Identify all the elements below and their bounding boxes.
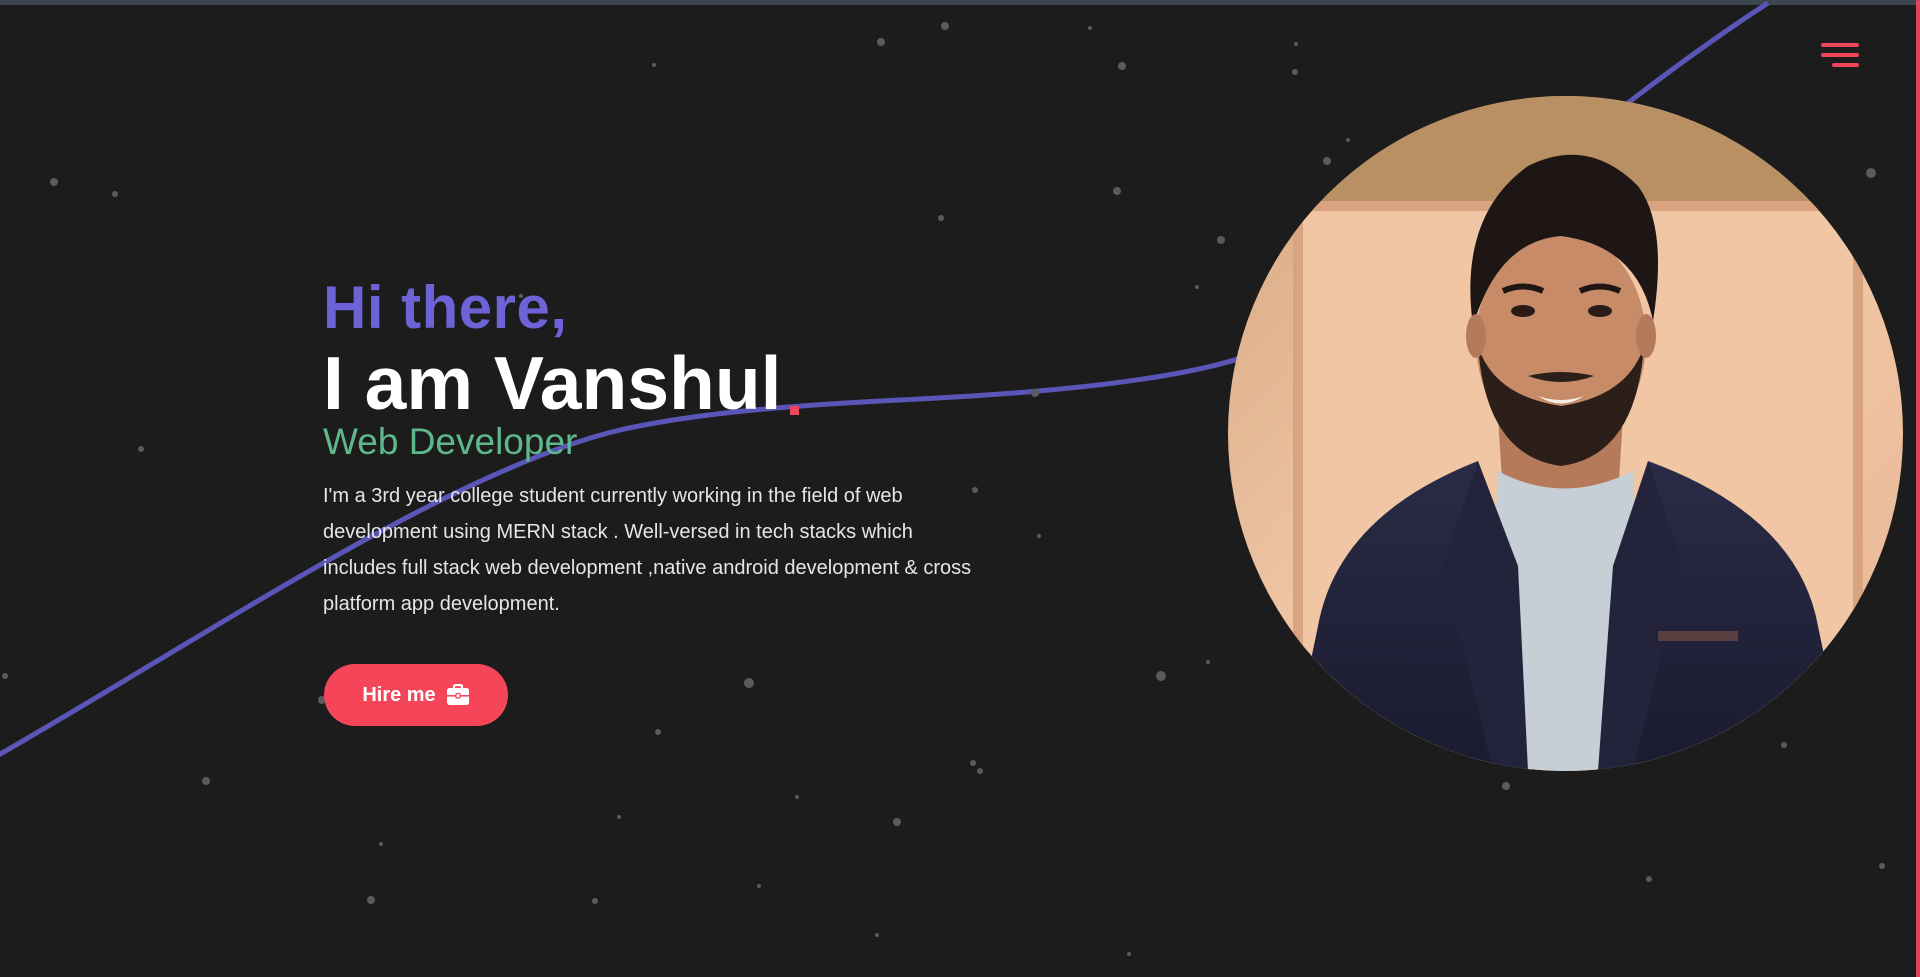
name-heading: I am Vanshul: [323, 341, 782, 425]
hero-section: Hi there, I am Vanshul Web Developer I'm…: [323, 278, 983, 622]
hire-me-button[interactable]: Hire me: [324, 664, 508, 726]
greeting-heading: Hi there,: [323, 274, 568, 341]
page: Hi there, I am Vanshul Web Developer I'm…: [0, 0, 1920, 977]
briefcase-icon: [446, 684, 470, 706]
profile-photo: [1228, 96, 1903, 771]
bio-paragraph: I'm a 3rd year college student currently…: [323, 485, 972, 615]
hire-me-label: Hire me: [362, 683, 436, 706]
role-subtitle: Web Developer: [323, 421, 578, 462]
hamburger-menu-icon[interactable]: [1818, 40, 1860, 72]
scroll-edge-accent: [1916, 0, 1920, 977]
